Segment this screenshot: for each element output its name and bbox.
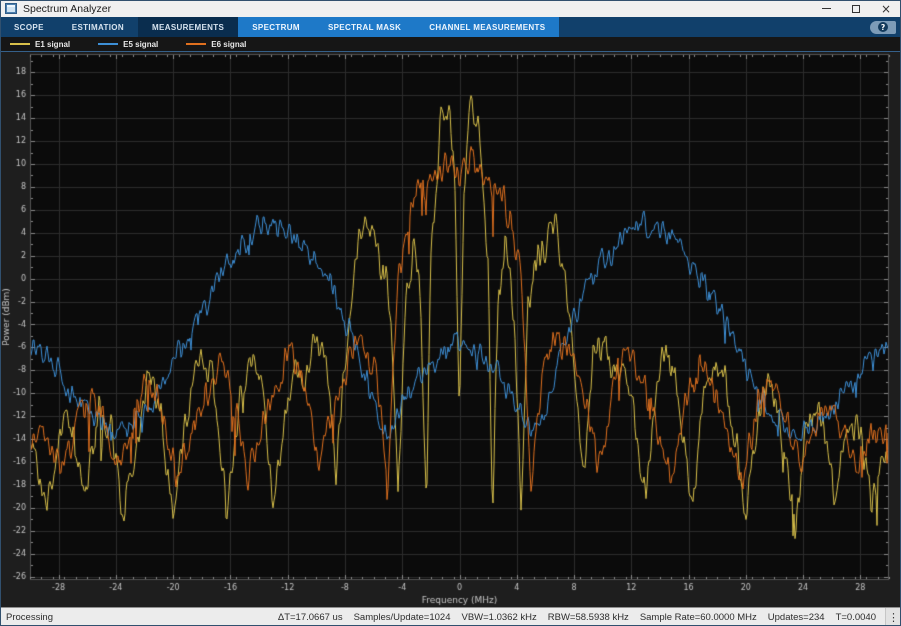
tab-measurements[interactable]: MEASUREMENTS [138, 17, 238, 37]
tab-spectrum[interactable]: SPECTRUM [238, 17, 314, 37]
window-title: Spectrum Analyzer [23, 3, 111, 15]
toolstrip-tab-bar: SCOPE ESTIMATION MEASUREMENTS SPECTRUM S… [0, 17, 901, 37]
legend-label-e1: E1 signal [35, 40, 70, 49]
status-samples-per-update: Samples/Update=1024 [354, 612, 451, 623]
window-controls: × [811, 0, 901, 17]
maximize-button[interactable] [841, 0, 871, 17]
plot-region [0, 51, 901, 607]
spectrum-analyzer-window: Spectrum Analyzer × SCOPE ESTIMATION MEA… [0, 0, 901, 626]
help-button[interactable]: ? [870, 21, 896, 34]
spectrum-plot[interactable] [0, 52, 901, 607]
status-sample-rate: Sample Rate=60.0000 MHz [640, 612, 757, 623]
tab-estimation[interactable]: ESTIMATION [58, 17, 138, 37]
contextual-tab-group: SPECTRUM SPECTRAL MASK CHANNEL MEASUREME… [238, 17, 559, 37]
legend-item-e5[interactable]: E5 signal [98, 40, 158, 49]
maximize-icon [852, 5, 860, 13]
close-icon: × [881, 3, 891, 15]
legend-label-e5: E5 signal [123, 40, 158, 49]
tab-scope[interactable]: SCOPE [0, 17, 58, 37]
app-icon [5, 3, 17, 14]
status-delta-t: ΔT=17.0667 us [278, 612, 343, 623]
legend-swatch-e5 [98, 43, 118, 45]
status-menu-button[interactable]: ⋮ [885, 608, 901, 626]
minimize-icon [822, 8, 831, 9]
status-bar: Processing ΔT=17.0667 us Samples/Update=… [0, 607, 901, 626]
legend-bar: E1 signal E5 signal E6 signal [0, 37, 901, 51]
help-icon: ? [878, 22, 888, 32]
legend-swatch-e1 [10, 43, 30, 45]
status-rbw: RBW=58.5938 kHz [548, 612, 629, 623]
status-message: Processing [6, 612, 53, 623]
tab-channel-measurements[interactable]: CHANNEL MEASUREMENTS [415, 17, 559, 37]
legend-item-e6[interactable]: E6 signal [186, 40, 246, 49]
tab-spectral-mask[interactable]: SPECTRAL MASK [314, 17, 415, 37]
status-vbw: VBW=1.0362 kHz [462, 612, 537, 623]
status-updates: Updates=234 [768, 612, 825, 623]
legend-item-e1[interactable]: E1 signal [10, 40, 70, 49]
minimize-button[interactable] [811, 0, 841, 17]
title-bar: Spectrum Analyzer × [0, 0, 901, 17]
close-button[interactable]: × [871, 0, 901, 17]
status-time: T=0.0040 [836, 612, 876, 623]
legend-label-e6: E6 signal [211, 40, 246, 49]
status-metrics: ΔT=17.0667 us Samples/Update=1024 VBW=1.… [267, 608, 901, 626]
legend-swatch-e6 [186, 43, 206, 45]
